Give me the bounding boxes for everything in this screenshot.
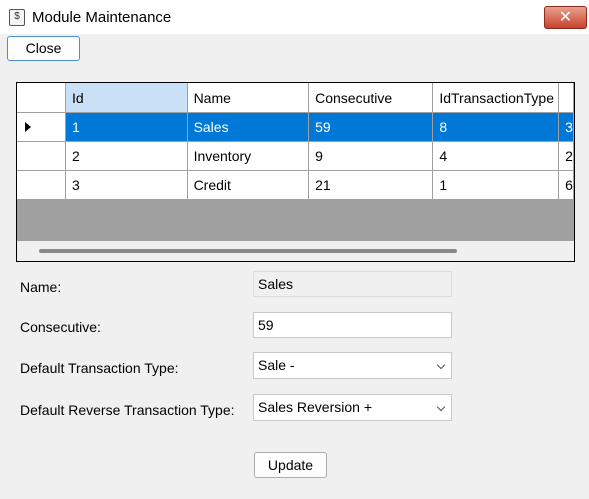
column-header-overflow[interactable] — [558, 83, 574, 113]
row-header-corner — [17, 83, 67, 113]
name-label: Name: — [20, 279, 62, 295]
cell-name[interactable]: Sales — [187, 112, 310, 142]
reverse-transaction-type-value: Sales Reversion + — [258, 399, 373, 415]
cell-idtransactiontype[interactable]: 1 — [432, 170, 560, 200]
cell-name[interactable]: Inventory — [187, 141, 310, 171]
cell-consecutive[interactable]: 9 — [308, 141, 434, 171]
cell-idtransactiontype[interactable]: 4 — [432, 141, 560, 171]
table-row[interactable]: 2 Inventory 9 4 2 — [17, 141, 574, 171]
chevron-down-icon — [436, 402, 446, 412]
grid-header-row: Id Name Consecutive IdTransactionType — [17, 83, 574, 113]
cell-idtransactiontype[interactable]: 8 — [432, 112, 560, 142]
app-icon: $ — [9, 9, 25, 26]
window-close-icon[interactable]: ✕ — [544, 6, 587, 29]
current-row-arrow-icon — [25, 121, 31, 132]
consecutive-label: Consecutive: — [20, 319, 101, 335]
title-bar: $ Module Maintenance ✕ — [0, 0, 589, 34]
table-row[interactable]: 1 Sales 59 8 3 — [17, 112, 574, 142]
table-row[interactable]: 3 Credit 21 1 6 — [17, 170, 574, 200]
cell-consecutive[interactable]: 21 — [308, 170, 434, 200]
column-header-consecutive[interactable]: Consecutive — [308, 83, 434, 113]
cell-id[interactable]: 2 — [65, 141, 188, 171]
cell-id[interactable]: 1 — [65, 112, 188, 142]
close-button[interactable]: Close — [7, 36, 80, 61]
cell-name[interactable]: Credit — [187, 170, 310, 200]
default-transaction-type-label: Default Transaction Type: — [20, 360, 179, 376]
name-field[interactable]: Sales — [253, 271, 452, 297]
row-header[interactable] — [17, 170, 67, 200]
scrollbar-thumb[interactable] — [39, 249, 457, 253]
default-transaction-type-select[interactable]: Sale - — [253, 352, 452, 379]
grid-table: Id Name Consecutive IdTransactionType 1 … — [17, 83, 574, 200]
modules-grid[interactable]: Id Name Consecutive IdTransactionType 1 … — [16, 82, 575, 262]
cell-id[interactable]: 3 — [65, 170, 188, 200]
default-transaction-type-value: Sale - — [258, 357, 295, 373]
update-button[interactable]: Update — [254, 452, 327, 478]
window-title: Module Maintenance — [32, 9, 172, 26]
column-header-name[interactable]: Name — [187, 83, 310, 113]
column-header-idtransactiontype[interactable]: IdTransactionType — [432, 83, 560, 113]
cell-consecutive[interactable]: 59 — [308, 112, 434, 142]
chevron-down-icon — [436, 360, 446, 370]
row-header-current[interactable] — [17, 112, 67, 142]
consecutive-field[interactable]: 59 — [253, 312, 452, 338]
cell-overflow[interactable]: 3 — [558, 112, 574, 142]
horizontal-scrollbar[interactable] — [17, 241, 574, 261]
cell-overflow[interactable]: 6 — [558, 170, 574, 200]
cell-overflow[interactable]: 2 — [558, 141, 574, 171]
reverse-transaction-type-label: Default Reverse Transaction Type: — [20, 402, 235, 418]
column-header-id[interactable]: Id — [65, 83, 188, 113]
reverse-transaction-type-select[interactable]: Sales Reversion + — [253, 394, 452, 421]
row-header[interactable] — [17, 141, 67, 171]
